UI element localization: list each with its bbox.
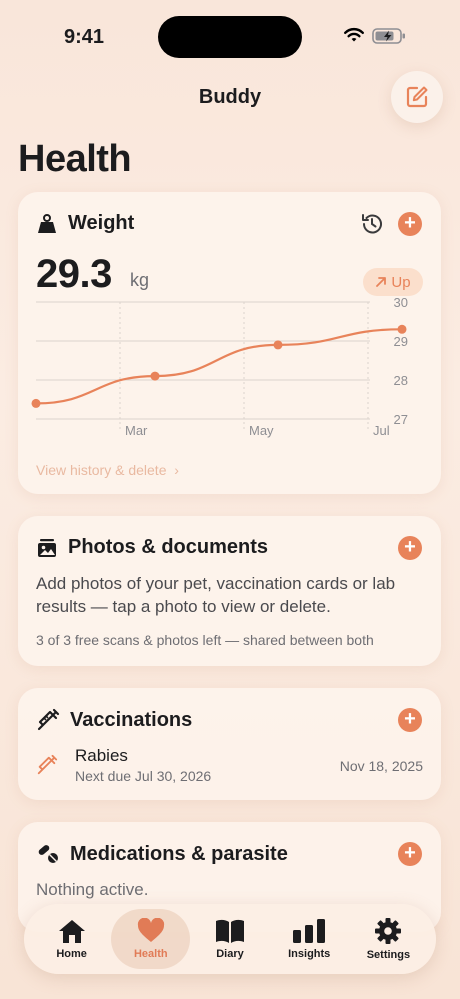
weight-icon [38,213,56,233]
x-tick-label: Mar [125,423,148,438]
tab-label: Settings [366,949,411,961]
tab-label: Home [56,948,87,960]
heart-icon [137,918,164,942]
plus-icon: + [404,212,416,234]
plus-icon: + [404,708,416,730]
y-tick-label: 28 [394,373,408,388]
weight-value: 29.3 [36,252,112,296]
syringe-icon [37,754,58,775]
trend-label: Up [391,273,411,291]
add-vaccination-button[interactable]: + [398,708,422,732]
page-title: Health [18,138,132,180]
syringe-icon [37,708,60,731]
weight-point [150,371,160,381]
y-tick-label: 29 [394,334,408,349]
edit-icon [406,86,428,108]
photos-quota: 3 of 3 free scans & photos left — shared… [36,632,374,648]
photos-icon [38,538,56,557]
photos-description: Add photos of your pet, vaccination card… [36,574,396,616]
tab-diary[interactable]: Diary [190,909,269,969]
pills-icon [38,845,58,863]
view-history-link[interactable]: View history & delete › [36,462,179,478]
tab-label: Diary [216,948,244,960]
medications-title: Medications & parasite [70,842,288,865]
dynamic-island [158,16,302,58]
tab-home[interactable]: Home [32,909,111,969]
medications-empty: Nothing active. [36,880,149,899]
plus-icon: + [404,536,416,558]
battery-icon [372,28,405,44]
weight-point [397,324,407,334]
wifi-icon [344,28,364,42]
y-tick-label: 30 [394,295,408,310]
tab-insights[interactable]: Insights [270,909,349,969]
edit-button[interactable] [391,71,443,123]
add-weight-button[interactable]: + [398,212,422,236]
bar-chart-icon [293,919,326,943]
gear-icon [375,918,402,944]
weight-title: Weight [68,212,135,234]
weight-card[interactable]: Weight + 29.3 kg Up 30 29 28 27 Mar May Jul Vi… [18,192,441,494]
vaccination-name: Rabies [75,746,128,765]
status-time: 9:41 [64,26,105,48]
vaccination-date: Nov 18, 2025 [339,758,423,774]
weight-unit: kg [130,270,150,290]
photos-title: Photos & documents [68,536,269,558]
vaccination-next-due: Next due Jul 30, 2026 [75,768,212,784]
weight-series-line [35,328,403,405]
history-icon[interactable] [359,211,385,237]
view-history-label: View history & delete [36,462,167,478]
photos-card[interactable]: Photos & documents + Add photos of your … [18,516,441,666]
tab-label: Insights [288,948,331,960]
vaccinations-title: Vaccinations [70,708,193,731]
add-medication-button[interactable]: + [398,842,422,866]
y-tick-label: 27 [394,412,408,427]
book-icon [216,919,244,943]
chevron-right-icon: › [170,462,179,478]
tab-settings[interactable]: Settings [349,909,428,969]
tab-bar: Home Health Diary Insights Settings [24,904,436,974]
home-icon [58,920,85,943]
weight-chart: 30 29 28 27 Mar May Jul [31,295,408,438]
tab-label: Health [133,948,168,960]
add-photo-button[interactable]: + [398,536,422,560]
status-bar: 9:41 [0,0,460,70]
x-tick-label: Jul [373,423,390,438]
tab-health[interactable]: Health [111,909,191,969]
weight-point [273,340,283,350]
arrow-up-right-icon [376,277,387,287]
vaccinations-card[interactable]: Vaccinations + Rabies Next due Jul 30, 2… [18,688,441,800]
weight-point [31,398,41,408]
x-tick-label: May [249,423,274,438]
plus-icon: + [404,842,416,864]
